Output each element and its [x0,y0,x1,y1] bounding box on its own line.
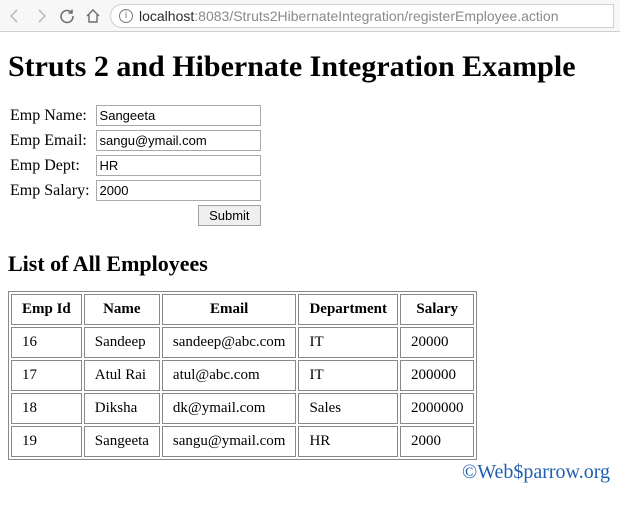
cell-salary: 20000 [400,327,475,358]
cell-name: Diksha [84,393,160,424]
table-row: 19Sangeetasangu@ymail.comHR2000 [11,426,474,457]
info-icon: i [119,9,133,23]
cell-id: 16 [11,327,82,358]
cell-id: 17 [11,360,82,391]
url-host: localhost [139,8,194,24]
cell-dept: Sales [298,393,397,424]
cell-email: atul@abc.com [162,360,297,391]
back-icon[interactable] [6,7,24,25]
name-label: Emp Name: [10,104,94,127]
form-row-email: Emp Email: [10,129,265,152]
cell-email: sangu@ymail.com [162,426,297,457]
table-row: 18Dikshadk@ymail.comSales2000000 [11,393,474,424]
cell-email: sandeep@abc.com [162,327,297,358]
employee-form: Emp Name: Emp Email: Emp Dept: Emp Salar… [8,102,267,229]
reload-icon[interactable] [58,7,76,25]
employees-table: Emp Id Name Email Department Salary 16Sa… [8,291,477,460]
page-title: Struts 2 and Hibernate Integration Examp… [8,50,612,84]
cell-salary: 200000 [400,360,475,391]
cell-name: Sandeep [84,327,160,358]
salary-label: Emp Salary: [10,179,94,202]
cell-dept: IT [298,327,397,358]
header-dept: Department [298,294,397,325]
header-salary: Salary [400,294,475,325]
dept-label: Emp Dept: [10,154,94,177]
header-email: Email [162,294,297,325]
form-row-submit [10,204,265,227]
cell-email: dk@ymail.com [162,393,297,424]
email-input[interactable] [96,130,261,151]
cell-salary: 2000000 [400,393,475,424]
list-title: List of All Employees [8,251,612,277]
forward-icon[interactable] [32,7,50,25]
salary-input[interactable] [96,180,261,201]
name-input[interactable] [96,105,261,126]
browser-toolbar: i localhost:8083/Struts2HibernateIntegra… [0,0,620,32]
table-row: 16Sandeepsandeep@abc.comIT20000 [11,327,474,358]
header-name: Name [84,294,160,325]
cell-salary: 2000 [400,426,475,457]
cell-name: Atul Rai [84,360,160,391]
dept-input[interactable] [96,155,261,176]
form-row-name: Emp Name: [10,104,265,127]
address-bar[interactable]: i localhost:8083/Struts2HibernateIntegra… [110,4,614,28]
submit-button[interactable] [198,205,260,226]
cell-id: 18 [11,393,82,424]
url-port: :8083 [194,8,229,24]
form-row-dept: Emp Dept: [10,154,265,177]
cell-dept: IT [298,360,397,391]
cell-name: Sangeeta [84,426,160,457]
form-row-salary: Emp Salary: [10,179,265,202]
page-body: Struts 2 and Hibernate Integration Examp… [0,32,620,490]
table-row: 17Atul Raiatul@abc.comIT200000 [11,360,474,391]
home-icon[interactable] [84,7,102,25]
cell-dept: HR [298,426,397,457]
table-header-row: Emp Id Name Email Department Salary [11,294,474,325]
header-id: Emp Id [11,294,82,325]
url-path: /Struts2HibernateIntegration/registerEmp… [229,8,558,24]
email-label: Emp Email: [10,129,94,152]
cell-id: 19 [11,426,82,457]
watermark: ©Web$parrow.org [462,461,610,484]
